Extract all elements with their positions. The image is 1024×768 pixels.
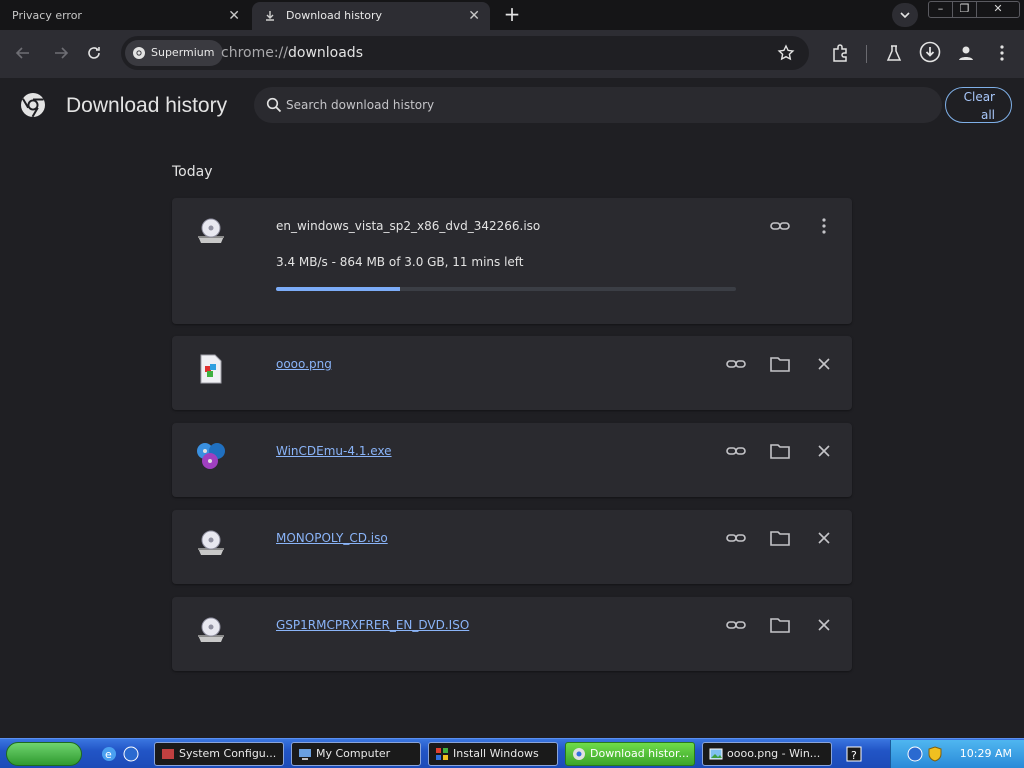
internet-explorer-icon[interactable]: e (100, 745, 118, 763)
chrome-logo-icon (21, 93, 45, 118)
search-box[interactable] (254, 87, 942, 123)
close-icon[interactable] (812, 526, 836, 550)
toolbar-divider (866, 45, 867, 63)
chevron-down-icon (900, 12, 910, 19)
close-tab-icon[interactable]: ✕ (228, 2, 240, 30)
bookmark-star-icon[interactable] (777, 44, 795, 62)
section-date-header: Today (172, 164, 213, 180)
taskbar-item[interactable]: System Configu... (154, 742, 284, 766)
close-icon[interactable] (812, 352, 836, 376)
disc-iso-icon (198, 530, 224, 555)
disc-iso-icon (198, 218, 224, 243)
tab-privacy-error[interactable]: Privacy error ✕ (0, 2, 250, 30)
browser-toolbar: Supermium chrome://downloads (0, 30, 1024, 78)
page-title: Download history (66, 94, 228, 117)
png-file-icon (200, 354, 222, 384)
downloads-page: Download history Clear all Today en_wind… (0, 78, 1024, 738)
tab-download-history[interactable]: Download history ✕ (252, 2, 490, 30)
download-status: 3.4 MB/s - 864 MB of 3.0 GB, 11 mins lef… (276, 255, 524, 269)
search-icon (266, 97, 282, 113)
reload-icon[interactable] (83, 42, 105, 64)
folder-icon[interactable] (768, 526, 792, 550)
search-input[interactable] (286, 87, 926, 123)
folder-icon[interactable] (768, 352, 792, 376)
svg-text:?: ? (851, 749, 857, 762)
system-config-icon (162, 749, 174, 759)
my-computer-icon (299, 749, 311, 760)
image-viewer-icon (709, 748, 723, 760)
system-tray: 10:29 AM (890, 740, 1024, 768)
close-icon[interactable] (812, 439, 836, 463)
folder-icon[interactable] (768, 439, 792, 463)
file-name-link[interactable]: GSP1RMCPRXFRER_EN_DVD.ISO (276, 618, 469, 632)
download-item: GSP1RMCPRXFRER_EN_DVD.ISO (172, 597, 852, 671)
download-item: en_windows_vista_sp2_x86_dvd_342266.iso … (172, 198, 852, 324)
site-info-chip[interactable]: Supermium (125, 40, 223, 66)
download-item: WinCDEmu-4.1.exe (172, 423, 852, 497)
svg-text:e: e (105, 748, 112, 761)
browser-quicklaunch-icon[interactable] (122, 745, 140, 763)
back-icon[interactable] (12, 42, 34, 64)
tab-strip: Privacy error ✕ Download history ✕ + – ❐… (0, 0, 1024, 30)
file-name-link[interactable]: WinCDEmu-4.1.exe (276, 444, 392, 458)
taskbar-item[interactable]: oooo.png - Win... (702, 742, 832, 766)
taskbar-item-label: Download histor... (590, 747, 689, 760)
download-progress-bar (276, 287, 736, 291)
taskbar-item-label: My Computer (316, 747, 391, 760)
windows-taskbar: e System Configu... My Computer Install … (0, 738, 1024, 768)
help-tray-icon[interactable] (907, 746, 923, 762)
new-tab-button[interactable]: + (500, 4, 524, 26)
file-name-link[interactable]: oooo.png (276, 357, 332, 371)
download-item: MONOPOLY_CD.iso (172, 510, 852, 584)
close-icon[interactable] (812, 613, 836, 637)
taskbar-item-active[interactable]: Download histor... (565, 742, 695, 766)
menu-kebab-icon[interactable] (992, 43, 1012, 63)
close-tab-icon[interactable]: ✕ (468, 2, 480, 30)
clock: 10:29 AM (959, 747, 1012, 760)
tab-search-button[interactable] (892, 3, 918, 27)
tab-title: Download history (286, 9, 383, 22)
taskbar-item-label: Install Windows (453, 747, 539, 760)
download-item: oooo.png (172, 336, 852, 410)
help-icon[interactable]: ? (845, 745, 863, 763)
url-host: downloads (288, 45, 363, 61)
wincdemu-icon (197, 443, 225, 469)
copy-link-icon[interactable] (724, 613, 748, 637)
more-actions-icon[interactable] (812, 214, 836, 238)
labs-flask-icon[interactable] (884, 43, 904, 63)
taskbar-item-label: System Configu... (179, 747, 277, 760)
forward-icon[interactable] (50, 42, 72, 64)
tab-title: Privacy error (12, 9, 82, 22)
start-button[interactable] (6, 742, 82, 766)
clear-all-button[interactable]: Clear all (945, 87, 1012, 123)
copy-link-icon[interactable] (724, 352, 748, 376)
copy-link-icon[interactable] (768, 214, 792, 238)
chrome-logo-icon (133, 47, 145, 59)
taskbar-item[interactable]: My Computer (291, 742, 421, 766)
url-text: chrome://downloads (221, 36, 363, 70)
folder-icon[interactable] (768, 613, 792, 637)
chip-label: Supermium (151, 46, 215, 59)
close-window-button[interactable]: ✕ (977, 2, 1019, 17)
extensions-icon[interactable] (830, 43, 850, 63)
file-name-link[interactable]: MONOPOLY_CD.iso (276, 531, 388, 545)
taskbar-item-label: oooo.png - Win... (727, 747, 821, 760)
download-icon (266, 11, 274, 21)
profile-avatar-icon[interactable] (956, 43, 976, 63)
progress-fill (276, 287, 401, 291)
restore-button[interactable]: ❐ (953, 2, 977, 17)
minimize-button[interactable]: – (929, 2, 953, 17)
file-name: en_windows_vista_sp2_x86_dvd_342266.iso (276, 219, 541, 233)
disc-iso-icon (198, 617, 224, 642)
url-scheme: chrome:// (221, 45, 288, 61)
window-controls: – ❐ ✕ (928, 1, 1020, 18)
taskbar-item[interactable]: Install Windows (428, 742, 558, 766)
security-shield-icon[interactable] (927, 746, 943, 762)
copy-link-icon[interactable] (724, 439, 748, 463)
chrome-logo-icon (573, 748, 585, 760)
windows-setup-icon (436, 748, 448, 760)
downloads-icon[interactable] (919, 41, 941, 63)
address-bar[interactable]: Supermium chrome://downloads (121, 36, 809, 70)
copy-link-icon[interactable] (724, 526, 748, 550)
